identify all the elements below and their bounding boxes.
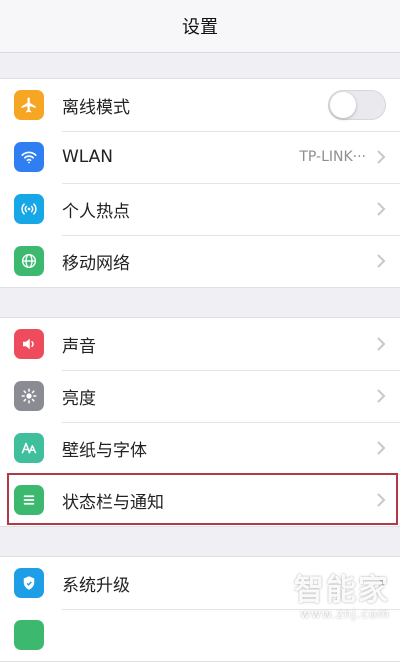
airplane-icon bbox=[14, 90, 44, 120]
shield-icon bbox=[14, 568, 44, 598]
setting-row-wlan[interactable]: WLAN TP-LINK··· bbox=[0, 131, 400, 183]
chevron-right-icon bbox=[377, 493, 386, 507]
page-title: 设置 bbox=[182, 17, 218, 38]
setting-label: 状态栏与通知 bbox=[62, 492, 164, 513]
setting-row-brightness[interactable]: 亮度 bbox=[0, 370, 400, 422]
toggle-knob bbox=[330, 92, 356, 118]
navigation-bar: 设置 bbox=[0, 0, 400, 53]
setting-label: 声音 bbox=[62, 336, 96, 357]
chevron-right-icon bbox=[377, 441, 386, 455]
watermark: 智能家 www.znj.com bbox=[294, 573, 390, 622]
settings-group-display: 声音 亮度 壁纸与字体 状态栏与通知 bbox=[0, 317, 400, 527]
speaker-icon bbox=[14, 329, 44, 359]
chevron-right-icon bbox=[377, 389, 386, 403]
chevron-right-icon bbox=[377, 202, 386, 216]
settings-group-connectivity: 离线模式 WLAN TP-LINK··· 个人热点 移动网络 bbox=[0, 78, 400, 288]
partial-icon bbox=[14, 620, 44, 650]
setting-row-wallpaper-font[interactable]: 壁纸与字体 bbox=[0, 422, 400, 474]
hotspot-icon bbox=[14, 194, 44, 224]
brightness-icon bbox=[14, 381, 44, 411]
setting-label: 个人热点 bbox=[62, 201, 130, 222]
chevron-right-icon bbox=[377, 150, 386, 164]
watermark-logo: 智能家 bbox=[294, 573, 390, 608]
watermark-url: www.znj.com bbox=[300, 607, 390, 621]
airplane-mode-toggle[interactable] bbox=[328, 90, 386, 120]
setting-label: 离线模式 bbox=[62, 97, 130, 118]
globe-icon bbox=[14, 246, 44, 276]
setting-row-sound[interactable]: 声音 bbox=[0, 318, 400, 370]
wifi-icon bbox=[14, 142, 44, 172]
setting-label: 移动网络 bbox=[62, 253, 130, 274]
wlan-network-name: TP-LINK··· bbox=[299, 149, 366, 165]
font-icon bbox=[14, 433, 44, 463]
chevron-right-icon bbox=[377, 337, 386, 351]
setting-row-status-bar-notifications[interactable]: 状态栏与通知 bbox=[0, 474, 400, 526]
setting-label: 壁纸与字体 bbox=[62, 440, 147, 461]
list-icon bbox=[14, 485, 44, 515]
setting-row-mobile-network[interactable]: 移动网络 bbox=[0, 235, 400, 287]
chevron-right-icon bbox=[377, 254, 386, 268]
setting-label: 亮度 bbox=[62, 388, 96, 409]
setting-row-personal-hotspot[interactable]: 个人热点 bbox=[0, 183, 400, 235]
setting-label: 系统升级 bbox=[62, 575, 130, 596]
setting-label: WLAN bbox=[62, 147, 114, 167]
setting-row-airplane-mode[interactable]: 离线模式 bbox=[0, 79, 400, 131]
